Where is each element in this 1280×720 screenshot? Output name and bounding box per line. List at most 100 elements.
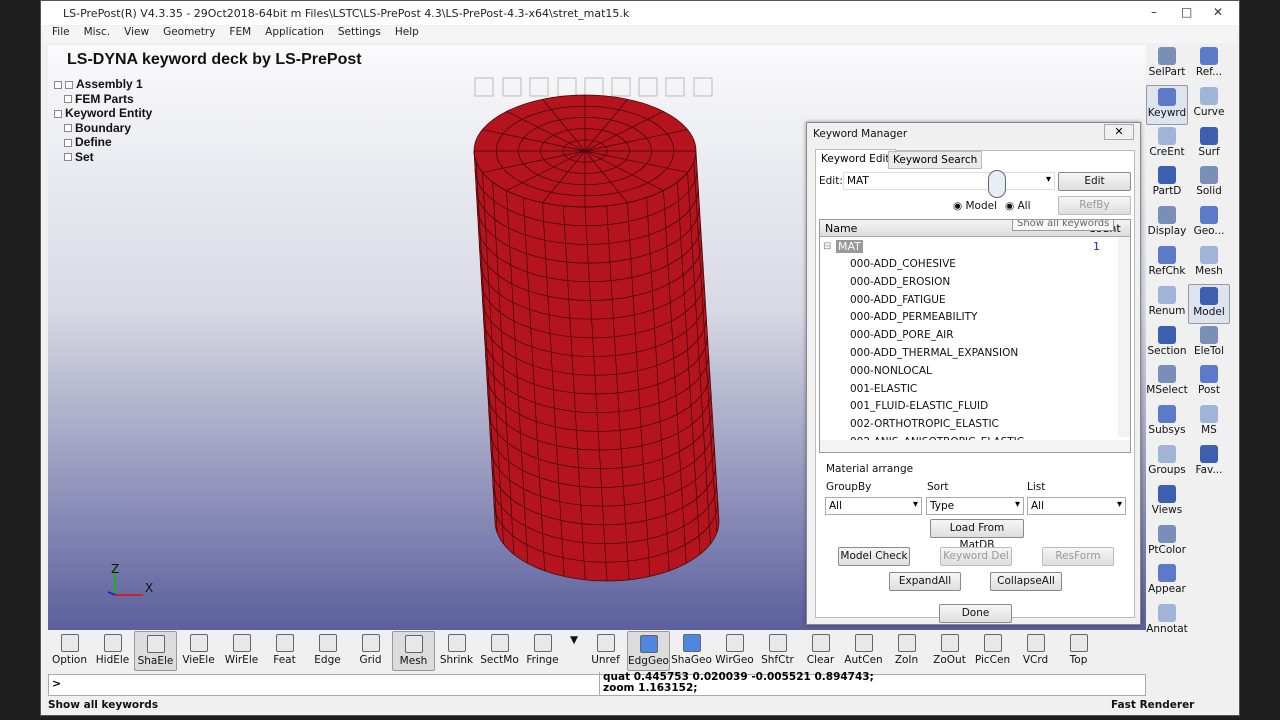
keyword-del-button[interactable]: Keyword Del xyxy=(940,547,1012,566)
dialog-close-button[interactable]: ✕ xyxy=(1104,124,1134,140)
panel-button-partd[interactable]: PartD xyxy=(1146,164,1188,204)
keyword-list-item[interactable]: 000-ADD_PORE_AIR xyxy=(850,329,954,341)
load-from-matdb-button[interactable]: Load From MatDB xyxy=(930,519,1024,551)
keyword-list-item[interactable]: 000-ADD_EROSION xyxy=(850,276,950,288)
panel-button-section[interactable]: Section xyxy=(1146,324,1188,364)
refby-button[interactable]: RefBy xyxy=(1058,196,1131,215)
panel-button-keywrd[interactable]: Keywrd xyxy=(1146,84,1188,125)
vertical-scrollbar[interactable] xyxy=(1118,237,1130,437)
toolbar-wirele[interactable]: WirEle xyxy=(220,631,263,671)
menu-fem[interactable]: FEM xyxy=(229,26,251,43)
panel-button-display[interactable]: Display xyxy=(1146,204,1188,244)
column-name[interactable]: Name xyxy=(825,222,857,235)
panel-button-annotat[interactable]: Annotat xyxy=(1146,602,1188,642)
radio-model[interactable]: ◉ Model xyxy=(953,200,997,212)
cylinder-mesh[interactable] xyxy=(473,94,720,582)
menu-application[interactable]: Application xyxy=(265,26,324,43)
panel-button-selpart[interactable]: SelPart xyxy=(1146,45,1188,85)
command-area[interactable]: > quat 0.445753 0.020039 -0.005521 0.894… xyxy=(48,672,1146,696)
expand-all-button[interactable]: ExpandAll xyxy=(889,572,961,591)
panel-button-views[interactable]: Views xyxy=(1146,483,1188,523)
panel-button-eletol[interactable]: EleTol xyxy=(1188,324,1230,364)
toolbar-autcen[interactable]: AutCen xyxy=(842,631,885,671)
menu-misc[interactable]: Misc. xyxy=(84,26,111,43)
toolbar-zoin[interactable]: ZoIn xyxy=(885,631,928,671)
done-button[interactable]: Done xyxy=(939,604,1012,623)
menu-geometry[interactable]: Geometry xyxy=(163,26,215,43)
toolbar-top[interactable]: Top xyxy=(1057,631,1100,671)
keyword-list[interactable]: Name Count Show all keywords ⊟ MAT 1 000… xyxy=(819,219,1131,453)
toolbar-hidele[interactable]: HidEle xyxy=(91,631,134,671)
panel-button-refchk[interactable]: RefChk xyxy=(1146,244,1188,284)
toolbar-option[interactable]: Option xyxy=(48,631,91,671)
menu-help[interactable]: Help xyxy=(395,26,419,43)
toolbar-fringe[interactable]: Fringe xyxy=(521,631,564,671)
minimize-button[interactable]: – xyxy=(1151,5,1157,19)
toolbar-edggeo[interactable]: EdgGeo xyxy=(627,631,670,671)
panel-button-groups[interactable]: Groups xyxy=(1146,443,1188,483)
model-check-button[interactable]: Model Check xyxy=(838,547,910,566)
panel-button-subsys[interactable]: Subsys xyxy=(1146,403,1188,443)
menu-settings[interactable]: Settings xyxy=(338,26,381,43)
keyword-list-item[interactable]: 000-ADD_THERMAL_EXPANSION xyxy=(850,347,1018,359)
panel-button-geo[interactable]: Geo... xyxy=(1188,204,1230,244)
panel-button-mesh[interactable]: Mesh xyxy=(1188,244,1230,284)
edit-keyword-combo[interactable]: MAT xyxy=(843,172,1055,190)
horizontal-scrollbar[interactable] xyxy=(820,440,1130,452)
toolbar-feat[interactable]: Feat xyxy=(263,631,306,671)
keyword-list-item[interactable]: 001-ELASTIC xyxy=(850,383,917,395)
maximize-button[interactable]: □ xyxy=(1181,5,1192,19)
toolbar-wirgeo[interactable]: WirGeo xyxy=(713,631,756,671)
panel-button-creent[interactable]: CreEnt xyxy=(1146,125,1188,165)
toolbar-zoout[interactable]: ZoOut xyxy=(928,631,971,671)
toolbar-shageo[interactable]: ShaGeo xyxy=(670,631,713,671)
panel-button-curve[interactable]: Curve xyxy=(1188,85,1230,125)
radio-all[interactable]: ◉ All xyxy=(1005,200,1031,212)
toolbar-edge[interactable]: Edge xyxy=(306,631,349,671)
tab-keyword-search[interactable]: Keyword Search xyxy=(888,151,983,169)
panel-button-solid[interactable]: Solid xyxy=(1188,164,1230,204)
toolbar-piccen[interactable]: PicCen xyxy=(971,631,1014,671)
keyword-list-item[interactable]: 002-ORTHOTROPIC_ELASTIC xyxy=(850,418,999,430)
keyword-list-item[interactable]: 001_FLUID-ELASTIC_FLUID xyxy=(850,400,988,412)
toolbar-shrink[interactable]: Shrink xyxy=(435,631,478,671)
panel-button-post[interactable]: Post xyxy=(1188,363,1230,403)
panel-button-ptcolor[interactable]: PtColor xyxy=(1146,523,1188,563)
menu-file[interactable]: File xyxy=(52,26,70,43)
toolbar-sectmo[interactable]: SectMo xyxy=(478,631,521,671)
keyword-list-item[interactable]: 000-ADD_PERMEABILITY xyxy=(850,311,977,323)
panel-button-fav[interactable]: Fav... xyxy=(1188,443,1230,483)
toolbar-shaele[interactable]: ShaEle xyxy=(134,631,177,671)
view-cube-icons[interactable] xyxy=(474,77,713,97)
sort-select[interactable]: Type xyxy=(926,497,1024,515)
close-button[interactable]: ✕ xyxy=(1213,5,1223,19)
panel-button-ref[interactable]: Ref... xyxy=(1188,45,1230,85)
tree-root-mat[interactable]: MAT xyxy=(836,240,863,253)
panel-button-model[interactable]: Model xyxy=(1188,283,1230,324)
keyword-list-item[interactable]: 000-NONLOCAL xyxy=(850,365,932,377)
menu-view[interactable]: View xyxy=(124,26,149,43)
panel-button-appear[interactable]: Appear xyxy=(1146,562,1188,602)
panel-button-renum[interactable]: Renum xyxy=(1146,284,1188,324)
tab-keyword-edit[interactable]: Keyword Edit xyxy=(815,149,896,168)
display-icon xyxy=(1158,206,1176,225)
subsys-icon xyxy=(1158,405,1176,424)
keyword-list-item[interactable]: 000-ADD_COHESIVE xyxy=(850,258,956,270)
resform-button[interactable]: ResForm xyxy=(1042,547,1114,566)
collapse-all-button[interactable]: CollapseAll xyxy=(990,572,1062,591)
toolbar-vieele[interactable]: VieEle xyxy=(177,631,220,671)
toolbar-mesh[interactable]: Mesh xyxy=(392,631,435,671)
panel-button-mselect[interactable]: MSelect xyxy=(1146,363,1188,403)
toolbar-vcrd[interactable]: VCrd xyxy=(1014,631,1057,671)
list-select[interactable]: All xyxy=(1027,497,1126,515)
edit-button[interactable]: Edit xyxy=(1058,172,1131,191)
keyword-list-item[interactable]: 000-ADD_FATIGUE xyxy=(850,294,946,306)
toolbar-grid[interactable]: Grid xyxy=(349,631,392,671)
toolbar-unref[interactable]: Unref xyxy=(584,631,627,671)
fringe-dropdown-button[interactable]: ▼ xyxy=(564,631,584,671)
toolbar-clear[interactable]: Clear xyxy=(799,631,842,671)
panel-button-ms[interactable]: MS xyxy=(1188,403,1230,443)
toolbar-shfctr[interactable]: ShfCtr xyxy=(756,631,799,671)
groupby-select[interactable]: All xyxy=(825,497,922,515)
panel-button-surf[interactable]: Surf xyxy=(1188,125,1230,165)
